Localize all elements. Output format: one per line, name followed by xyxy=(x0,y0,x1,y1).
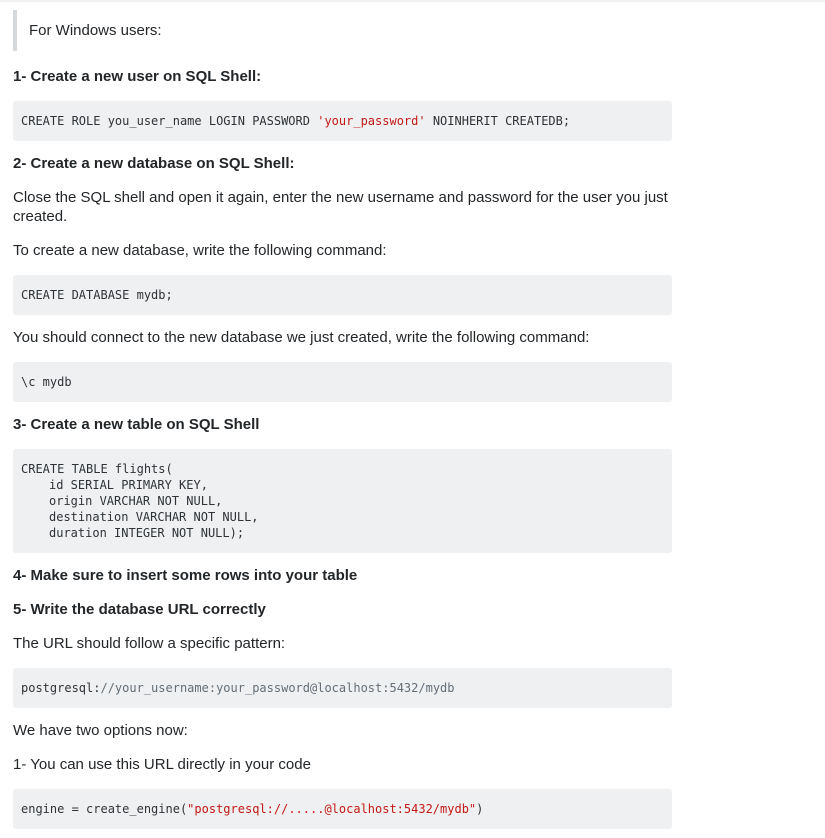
step4-heading: 4- Make sure to insert some rows into yo… xyxy=(13,567,358,584)
intro-text: For Windows users: xyxy=(29,22,162,39)
engine-code-post: ) xyxy=(476,802,484,816)
step2-paragraph-2: To create a new database, write the foll… xyxy=(13,242,387,259)
step2-code-2: \c mydb xyxy=(21,375,72,389)
url-scheme: postgresql: xyxy=(21,681,101,695)
step2-code-block-2: \c mydb xyxy=(13,362,672,402)
step1-heading: 1- Create a new user on SQL Shell: xyxy=(13,68,262,85)
step5-paragraph-1: The URL should follow a specific pattern… xyxy=(13,635,286,652)
step1-code-pre: CREATE ROLE you_user_name LOGIN PASSWORD xyxy=(21,114,318,128)
step2-paragraph-3: You should connect to the new database w… xyxy=(13,329,590,346)
step5-paragraph-3: 1- You can use this URL directly in your… xyxy=(13,756,311,773)
step3-code-block: CREATE TABLE flights( id SERIAL PRIMARY … xyxy=(13,449,672,553)
step2-code-block-1: CREATE DATABASE mydb; xyxy=(13,275,672,315)
engine-code-pre: engine = create_engine( xyxy=(21,802,188,816)
step3-code-line: id SERIAL PRIMARY KEY, xyxy=(49,478,208,492)
step5-engine-code-block: engine = create_engine("postgresql://...… xyxy=(13,789,672,829)
url-rest: //your_username:your_password@localhost:… xyxy=(100,681,455,695)
step2-heading: 2- Create a new database on SQL Shell: xyxy=(13,155,295,172)
step3-code-line: destination VARCHAR NOT NULL, xyxy=(49,510,259,524)
step3-code-line: origin VARCHAR NOT NULL, xyxy=(49,494,223,508)
step3-code-line: duration INTEGER NOT NULL); xyxy=(49,526,245,540)
step3-code-line: CREATE TABLE flights( xyxy=(21,462,173,476)
step2-code-1: CREATE DATABASE mydb; xyxy=(21,288,173,302)
step5-paragraph-2: We have two options now: xyxy=(13,722,188,739)
intro-blockquote: For Windows users: xyxy=(13,10,673,51)
top-divider xyxy=(0,0,825,2)
step5-heading: 5- Write the database URL correctly xyxy=(13,601,266,618)
step1-code-string: 'your_password' xyxy=(317,114,426,128)
step5-url-code-block: postgresql://your_username:your_password… xyxy=(13,668,672,708)
step1-code-post: NOINHERIT CREATEDB; xyxy=(425,114,571,128)
step1-code-block: CREATE ROLE you_user_name LOGIN PASSWORD… xyxy=(13,101,672,141)
engine-code-string: "postgresql://.....@localhost:5432/mydb" xyxy=(187,802,477,816)
step2-paragraph-1: Close the SQL shell and open it again, e… xyxy=(13,189,668,225)
step3-heading: 3- Create a new table on SQL Shell xyxy=(13,416,260,433)
